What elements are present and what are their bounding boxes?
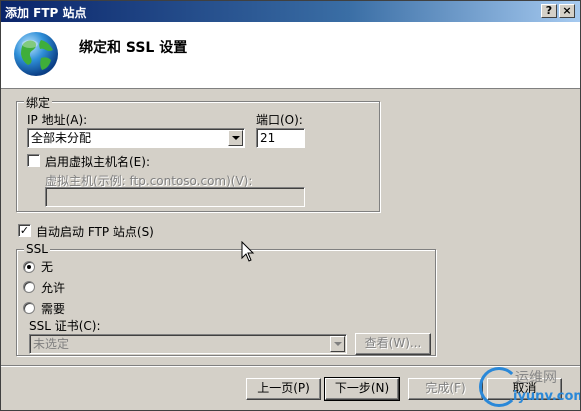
add-ftp-site-dialog: 添加 FTP 站点 ? × 绑定和 SSL 设置 绑定 IP 地址(A): 全部… (0, 0, 581, 411)
autostart-label: 自动启动 FTP 站点(S) (36, 225, 154, 239)
vhost-input[interactable] (45, 187, 305, 207)
previous-button[interactable]: 上一页(P) (246, 378, 321, 400)
ssl-allow-radio[interactable] (23, 281, 35, 293)
ssl-legend: SSL (24, 242, 50, 256)
ip-address-value: 全部未分配 (31, 131, 92, 145)
title-bar[interactable]: 添加 FTP 站点 ? × (1, 1, 580, 22)
ssl-none-label: 无 (41, 260, 54, 274)
vhost-checkbox[interactable] (27, 154, 40, 167)
ssl-cert-select[interactable]: 未选定 (29, 334, 347, 354)
next-button[interactable]: 下一步(N) (324, 377, 400, 401)
ssl-none-radio[interactable] (23, 261, 35, 273)
chevron-down-icon[interactable] (330, 336, 345, 352)
ssl-group: SSL 无 允许 需要 SSL 证书(C): 未选定 查看(W)... (16, 242, 436, 356)
ssl-require-radio[interactable] (23, 302, 35, 314)
binding-legend: 绑定 (24, 94, 53, 111)
view-cert-button[interactable]: 查看(W)... (355, 333, 431, 355)
ip-address-label: IP 地址(A): (27, 113, 88, 127)
globe-icon (14, 32, 58, 76)
watermark: 运维网 iyunv.com (479, 365, 581, 410)
help-button[interactable]: ? (541, 4, 557, 18)
close-button[interactable]: × (559, 4, 575, 18)
finish-button[interactable]: 完成(F) (408, 378, 483, 400)
page-title: 绑定和 SSL 设置 (79, 40, 188, 56)
binding-group: 绑定 IP 地址(A): 全部未分配 端口(O): 21 启用虚拟主机名(E):… (16, 94, 380, 212)
ssl-allow-label: 允许 (41, 281, 66, 295)
port-input[interactable]: 21 (256, 128, 305, 148)
window-title: 添加 FTP 站点 (5, 6, 87, 20)
watermark-top-text: 运维网 (515, 370, 557, 386)
vhost-label: 启用虚拟主机名(E): (45, 155, 150, 169)
ip-address-select[interactable]: 全部未分配 (27, 128, 245, 148)
ssl-cert-value: 未选定 (33, 337, 70, 351)
wizard-header: 绑定和 SSL 设置 (1, 22, 580, 89)
port-label: 端口(O): (256, 113, 303, 127)
mouse-cursor-icon (241, 241, 255, 262)
ssl-require-label: 需要 (41, 302, 66, 316)
autostart-checkbox[interactable]: ✓ (18, 224, 31, 237)
watermark-bottom-text: iyunv.com (513, 389, 581, 404)
ssl-cert-label: SSL 证书(C): (29, 319, 101, 333)
chevron-down-icon[interactable] (228, 130, 243, 146)
